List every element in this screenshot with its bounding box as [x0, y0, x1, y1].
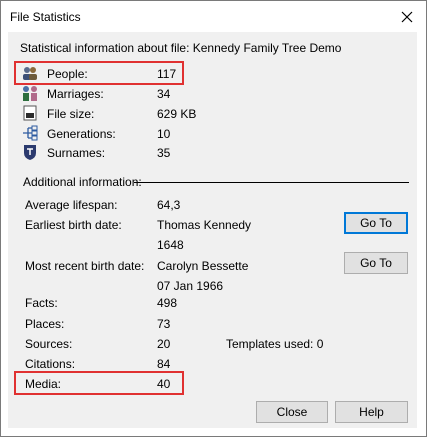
recent-birth-date: 07 Jan 1966	[157, 279, 224, 293]
surnames-value: 35	[157, 146, 171, 160]
marriages-value: 34	[157, 87, 171, 101]
additional-info-heading: Additional information:	[23, 175, 142, 189]
facts-label: Facts:	[25, 296, 58, 310]
templates-used: Templates used: 0	[226, 337, 324, 351]
file-statistics-dialog: File Statistics Statistical information …	[0, 0, 427, 437]
recent-birth-name: Carolyn Bessette	[157, 259, 249, 273]
goto-recent-button[interactable]: Go To	[344, 252, 408, 274]
earliest-birth-label: Earliest birth date:	[25, 218, 122, 232]
citations-value: 84	[157, 357, 171, 371]
goto-earliest-button[interactable]: Go To	[344, 212, 408, 234]
places-label: Places:	[25, 317, 65, 331]
file-size-value: 629 KB	[157, 107, 197, 121]
recent-birth-label: Most recent birth date:	[25, 259, 145, 273]
surnames-icon	[21, 144, 39, 160]
help-button[interactable]: Help	[335, 401, 408, 423]
avg-lifespan-label: Average lifespan:	[25, 198, 118, 212]
close-button[interactable]: Close	[256, 401, 328, 423]
dialog-body: Statistical information about file: Kenn…	[8, 32, 417, 428]
marriages-label: Marriages:	[47, 87, 104, 101]
file-size-label: File size:	[47, 107, 95, 121]
generations-label: Generations:	[47, 127, 116, 141]
file-description: Statistical information about file: Kenn…	[20, 41, 342, 55]
people-highlight-box	[14, 61, 184, 85]
marriages-icon	[21, 85, 39, 101]
close-icon[interactable]	[393, 4, 421, 29]
sources-label: Sources:	[25, 337, 73, 351]
avg-lifespan-value: 64,3	[157, 198, 181, 212]
earliest-birth-name: Thomas Kennedy	[157, 218, 252, 232]
surnames-label: Surnames:	[47, 146, 106, 160]
earliest-birth-date: 1648	[157, 238, 184, 252]
facts-value: 498	[157, 296, 178, 310]
places-value: 73	[157, 317, 171, 331]
title-bar: File Statistics	[1, 1, 426, 32]
file-size-icon	[21, 105, 39, 121]
generations-value: 10	[157, 127, 171, 141]
generations-icon	[21, 125, 39, 141]
media-highlight-box	[14, 371, 184, 395]
dialog-title: File Statistics	[10, 10, 81, 24]
sources-value: 20	[157, 337, 171, 351]
section-divider	[134, 182, 409, 183]
citations-label: Citations:	[25, 357, 76, 371]
